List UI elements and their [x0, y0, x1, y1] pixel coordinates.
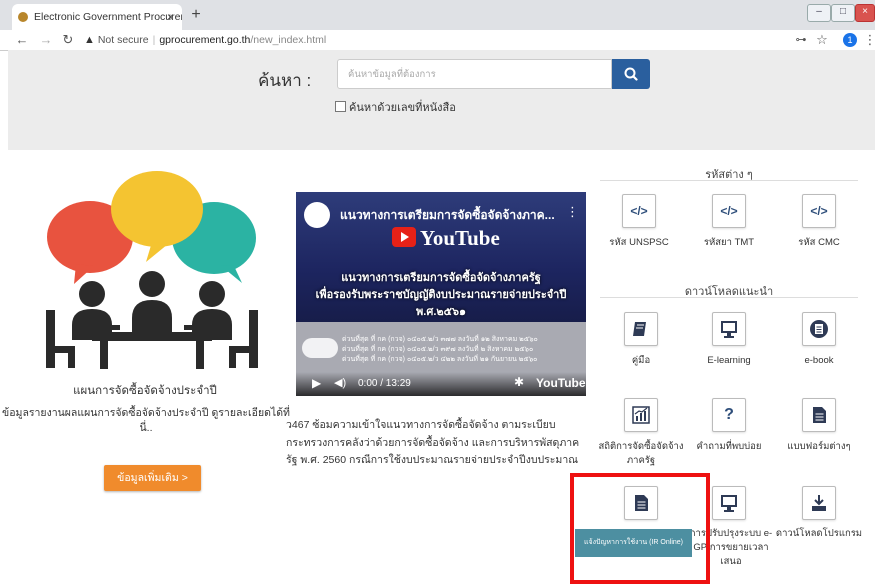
- highlight-box: [570, 473, 710, 584]
- statistics-label[interactable]: สถิติการจัดซื้อจัดจ้างภาครัฐ: [596, 440, 686, 468]
- minimize-window-icon[interactable]: –: [807, 4, 831, 22]
- code-icon[interactable]: </>: [802, 194, 836, 228]
- video-small-line3: ด่วนที่สุด ที่ กค (กวจ) ๐๔๐๕.๒/ว ๔๒๒ ลงว…: [342, 356, 538, 363]
- settings-gear-icon[interactable]: ✱: [514, 375, 524, 389]
- bookmark-star-icon[interactable]: ☆: [814, 32, 830, 48]
- url-host: gprocurement.go.th: [159, 34, 251, 46]
- video-emblem-icon: [302, 338, 338, 358]
- tab-title: Electronic Government Procurem: [34, 11, 182, 23]
- code-tmt-label[interactable]: รหัสยา TMT: [684, 236, 774, 250]
- manual-label[interactable]: คู่มือ: [596, 354, 686, 368]
- article-text[interactable]: ว467 ซ้อมความเข้าใจแนวทางการจัดซื้อจัดจ้…: [286, 417, 586, 470]
- forward-arrow-icon[interactable]: →: [38, 32, 54, 48]
- security-status: Not secure: [97, 34, 149, 46]
- forms-label[interactable]: แบบฟอร์มต่างๆ: [774, 440, 864, 454]
- code-cmc-label[interactable]: รหัส CMC: [774, 236, 864, 250]
- code-icon[interactable]: </>: [712, 194, 746, 228]
- video-text-line3: พ.ศ.๒๕๖๑: [416, 306, 466, 318]
- key-icon[interactable]: ⊶: [793, 32, 809, 48]
- site-favicon-icon: [18, 12, 28, 22]
- youtube-logo-icon: [392, 227, 416, 247]
- channel-logo-icon: [304, 202, 330, 228]
- video-time: 0:00 / 13:29: [358, 378, 411, 389]
- faq-question-icon[interactable]: ?: [712, 398, 746, 432]
- video-menu-icon[interactable]: ⋮: [566, 204, 579, 220]
- youtube-small-logo[interactable]: YouTube: [536, 376, 586, 390]
- plan-description[interactable]: ข้อมูลรายงานผลแผนการจัดซื้อจัดจ้างประจำป…: [0, 406, 292, 436]
- more-info-button[interactable]: ข้อมูลเพิ่มเติม >: [104, 465, 201, 491]
- monitor-icon[interactable]: [712, 312, 746, 346]
- form-document-icon[interactable]: [802, 398, 836, 432]
- e-learning-label[interactable]: E-learning: [684, 354, 774, 368]
- checkbox-label: ค้นหาด้วยเลขที่หนังสือ: [349, 102, 456, 114]
- search-icon: [624, 67, 638, 81]
- download-program-label[interactable]: ดาวน์โหลดโปรแกรม: [774, 527, 864, 541]
- code-icon[interactable]: </>: [622, 194, 656, 228]
- browser-tab[interactable]: Electronic Government Procurem ×: [12, 4, 182, 30]
- volume-icon[interactable]: ◀): [334, 376, 346, 389]
- play-icon[interactable]: ▶: [312, 376, 321, 390]
- plan-title: แผนการจัดซื้อจัดจ้างประจำปี: [73, 385, 217, 397]
- video-title[interactable]: แนวทางการเตรียมการจัดซื้อจัดจ้างภาค...: [340, 206, 555, 225]
- code-unspsc-label[interactable]: รหัส UNSPSC: [594, 236, 684, 250]
- video-text-line2: เพื่อรองรับพระราชบัญญัติงบประมาณรายจ่ายป…: [315, 289, 567, 301]
- reload-icon[interactable]: ↻: [60, 32, 76, 48]
- warning-triangle-icon: ▲: [84, 34, 95, 46]
- ebook-icon[interactable]: [802, 312, 836, 346]
- video-text-line1: แนวทางการเตรียมการจัดซื้อจัดจ้างภาครัฐ: [341, 272, 541, 284]
- back-arrow-icon[interactable]: ←: [14, 32, 30, 48]
- ebook-label[interactable]: e-book: [774, 354, 864, 368]
- faq-label[interactable]: คำถามที่พบบ่อย: [684, 440, 774, 454]
- search-input[interactable]: ค้นหาข้อมูลที่ต้องการ: [337, 59, 612, 89]
- search-label: ค้นหา :: [258, 71, 312, 90]
- youtube-logo-text: YouTube: [420, 226, 500, 250]
- new-tab-button[interactable]: +: [186, 5, 206, 25]
- url-path: /new_index.html: [250, 34, 327, 46]
- profile-avatar[interactable]: 1: [843, 33, 857, 47]
- search-by-doc-number[interactable]: ค้นหาด้วยเลขที่หนังสือ: [335, 98, 456, 116]
- close-tab-icon[interactable]: ×: [167, 4, 174, 30]
- checkbox[interactable]: [335, 101, 346, 112]
- menu-dots-icon[interactable]: ⋮: [862, 32, 875, 48]
- download-icon[interactable]: [802, 486, 836, 520]
- statistics-chart-icon[interactable]: [624, 398, 658, 432]
- browser-tabbar: Electronic Government Procurem × + – □ ×: [0, 0, 875, 30]
- close-window-icon[interactable]: ×: [855, 4, 875, 22]
- address-bar-row: ← → ↻ ▲ Not secure | gprocurement.go.th/ne…: [0, 30, 875, 51]
- meeting-illustration: [46, 171, 258, 369]
- url-field[interactable]: ▲ Not secure | gprocurement.go.th/new_inde…: [84, 32, 764, 48]
- maximize-window-icon[interactable]: □: [831, 4, 855, 22]
- search-button[interactable]: [612, 59, 650, 89]
- monitor-icon[interactable]: [712, 486, 746, 520]
- manual-book-icon[interactable]: [624, 312, 658, 346]
- youtube-video-player[interactable]: แนวทางการเตรียมการจัดซื้อจัดจ้างภาค... ⋮…: [296, 192, 586, 396]
